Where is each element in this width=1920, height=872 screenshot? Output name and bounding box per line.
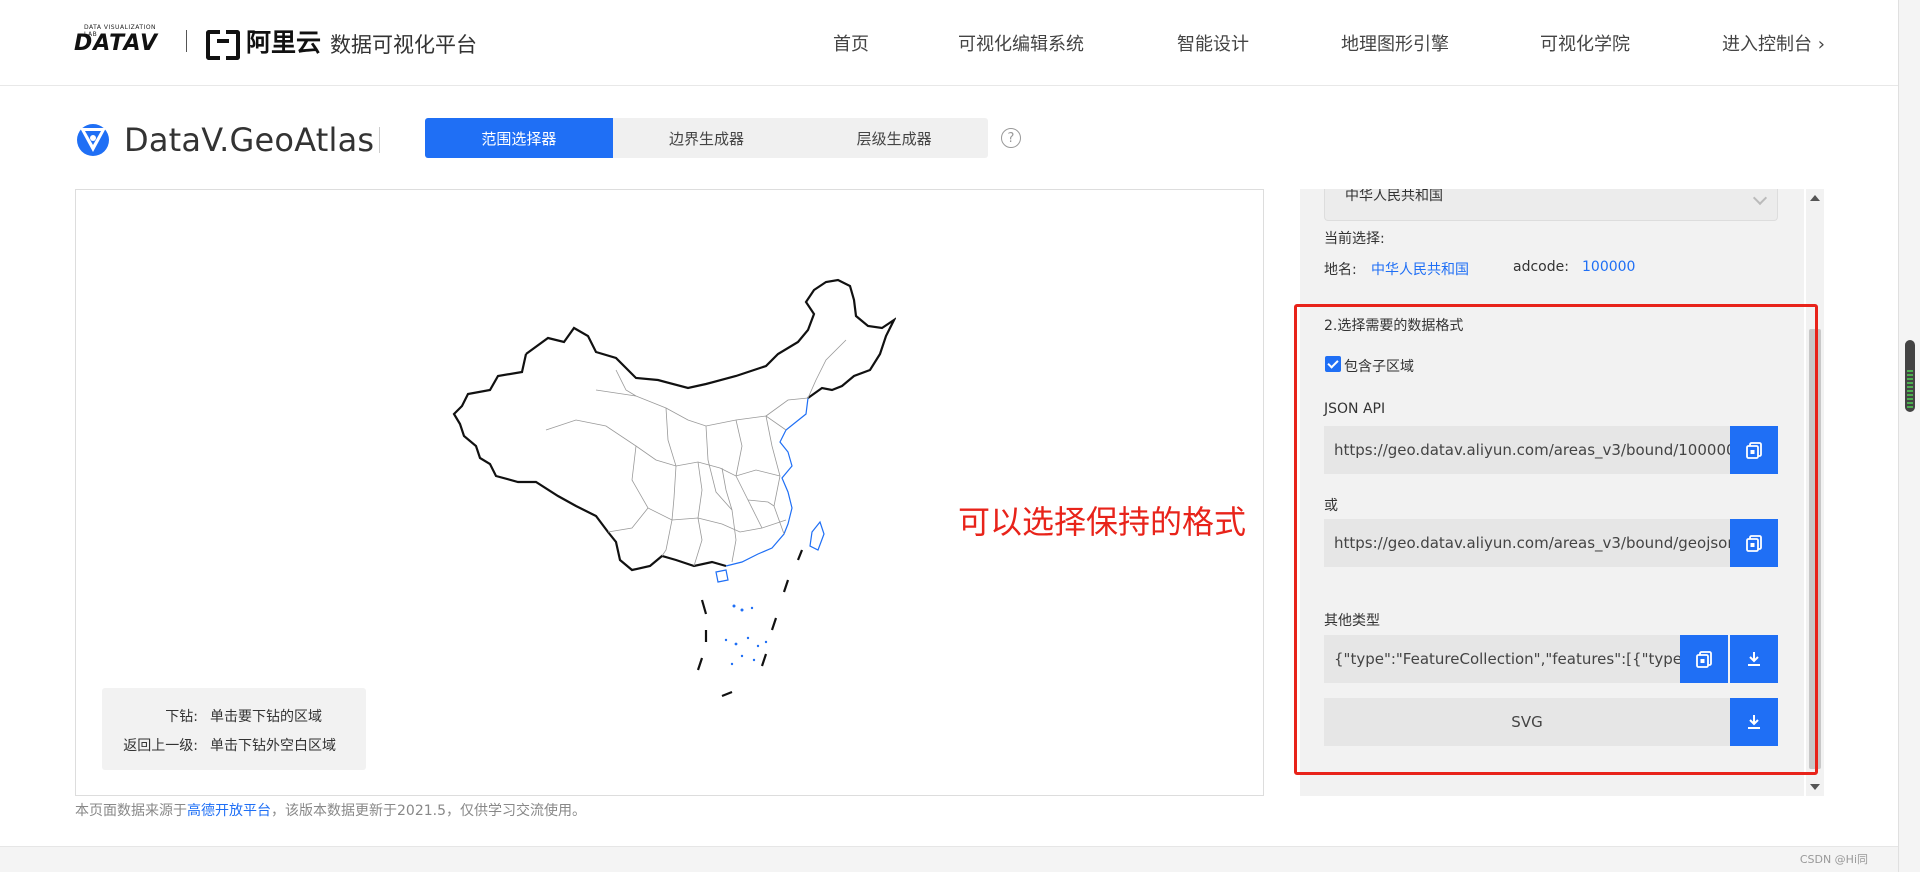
chevron-down-icon <box>1752 190 1768 206</box>
copy-other-types-button[interactable] <box>1680 635 1728 683</box>
place-label: 地名: <box>1324 262 1357 278</box>
or-label: 或 <box>1324 498 1338 514</box>
geoatlas-logo-icon <box>77 124 109 156</box>
tab-range-selector[interactable]: 范围选择器 <box>425 118 613 158</box>
download-svg-button[interactable] <box>1730 698 1778 746</box>
copy-icon <box>1746 442 1762 459</box>
bottom-bar: CSDN @Hi同 <box>0 846 1898 872</box>
json-api-url-field[interactable]: https://geo.datav.aliyun.com/areas_v3/bo… <box>1324 426 1730 474</box>
scroll-up-arrow-icon[interactable] <box>1810 195 1820 201</box>
nav-link-academy[interactable]: 可视化学院 <box>1540 30 1630 56</box>
nav-link-console[interactable]: 进入控制台 › <box>1722 30 1825 56</box>
china-map[interactable] <box>436 270 896 710</box>
amap-link[interactable]: 高德开放平台 <box>187 803 271 819</box>
province-borders <box>545 339 847 567</box>
page-scrollbar[interactable] <box>1898 0 1920 872</box>
hint-drilldown-key: 下钻: <box>165 709 198 725</box>
geojson-url-field[interactable]: https://geo.datav.aliyun.com/areas_v3/bo… <box>1324 519 1730 567</box>
map-hint-box: 下钻: 单击要下钻的区域 返回上一级: 单击下钻外空白区域 <box>102 688 366 770</box>
south-sea-dash-line <box>696 549 804 698</box>
tool-tabs: 范围选择器 边界生成器 层级生成器 <box>425 118 988 158</box>
other-types-field[interactable]: {"type":"FeatureCollection","features":[… <box>1324 635 1680 683</box>
copy-icon <box>1746 535 1762 552</box>
csdn-watermark: CSDN @Hi同 <box>1799 853 1868 866</box>
hint-go-back-value: 单击下钻外空白区域 <box>210 738 336 754</box>
panel-scrollbar[interactable] <box>1806 189 1824 796</box>
adcode-label: adcode: <box>1513 259 1569 275</box>
taiwan-island <box>809 520 825 551</box>
json-api-label: JSON API <box>1324 401 1386 417</box>
tab-level-generator[interactable]: 层级生成器 <box>800 118 988 158</box>
copy-geojson-button[interactable] <box>1730 519 1778 567</box>
include-children-label: 包含子区域 <box>1344 359 1414 375</box>
download-icon <box>1748 715 1760 729</box>
scroll-down-arrow-icon[interactable] <box>1810 784 1820 790</box>
top-navbar: DATA VISUALIZATION LAB DATAV 阿里云 数据可视化平台… <box>0 0 1898 86</box>
nav-link-home[interactable]: 首页 <box>833 30 869 56</box>
current-selection-label: 当前选择: <box>1324 231 1385 247</box>
other-types-label: 其他类型 <box>1324 613 1380 629</box>
nav-link-geo-engine[interactable]: 地理图形引擎 <box>1341 30 1449 56</box>
download-icon <box>1748 652 1760 666</box>
options-panel: 中华人民共和国 当前选择: 地名: 中华人民共和国 adcode: 100000… <box>1300 189 1804 796</box>
hint-drilldown-value: 单击要下钻的区域 <box>210 709 322 725</box>
region-select-value: 中华人民共和国 <box>1345 189 1443 204</box>
hint-drilldown: 下钻: 单击要下钻的区域 <box>102 706 322 726</box>
adcode-value: 100000 <box>1582 259 1636 275</box>
north-border <box>525 278 896 399</box>
hint-go-back: 返回上一级: 单击下钻外空白区域 <box>102 735 336 755</box>
place-value: 中华人民共和国 <box>1371 262 1469 278</box>
hint-go-back-key: 返回上一级: <box>123 738 198 754</box>
geoatlas-header: DataV.GeoAtlas 范围选择器 边界生成器 层级生成器 ? <box>74 118 1874 162</box>
tab-boundary-generator[interactable]: 边界生成器 <box>613 118 801 158</box>
svg-format-button[interactable]: SVG <box>1324 698 1730 746</box>
copy-json-api-button[interactable] <box>1730 426 1778 474</box>
region-select[interactable]: 中华人民共和国 <box>1324 189 1778 221</box>
footer-suffix: ，该版本数据更新于2021.5，仅供学习交流使用。 <box>271 803 586 819</box>
download-other-types-button[interactable] <box>1730 635 1778 683</box>
nav-link-smart-design[interactable]: 智能设计 <box>1177 30 1249 56</box>
title-divider <box>379 127 380 153</box>
map-panel[interactable]: 下钻: 单击要下钻的区域 返回上一级: 单击下钻外空白区域 <box>75 189 1264 796</box>
include-children-checkbox[interactable] <box>1325 356 1341 372</box>
copy-icon <box>1696 651 1712 668</box>
main-nav: 首页 可视化编辑系统 智能设计 地理图形引擎 可视化学院 进入控制台 › <box>0 30 1898 58</box>
panel-scroll-thumb[interactable] <box>1809 329 1821 769</box>
coastline <box>725 397 809 567</box>
help-icon[interactable]: ? <box>1001 128 1021 148</box>
red-annotation-text: 可以选择保持的格式 <box>958 503 1247 541</box>
data-source-note: 本页面数据来源于高德开放平台，该版本数据更新于2021.5，仅供学习交流使用。 <box>75 800 586 820</box>
step2-title: 2.选择需要的数据格式 <box>1324 318 1464 334</box>
hainan-island <box>715 569 729 583</box>
geoatlas-title: DataV.GeoAtlas <box>124 121 375 159</box>
south-sea-islands <box>724 604 768 666</box>
page-scroll-grip <box>1907 370 1913 410</box>
footer-prefix: 本页面数据来源于 <box>75 803 187 819</box>
nav-link-editor[interactable]: 可视化编辑系统 <box>958 30 1084 56</box>
